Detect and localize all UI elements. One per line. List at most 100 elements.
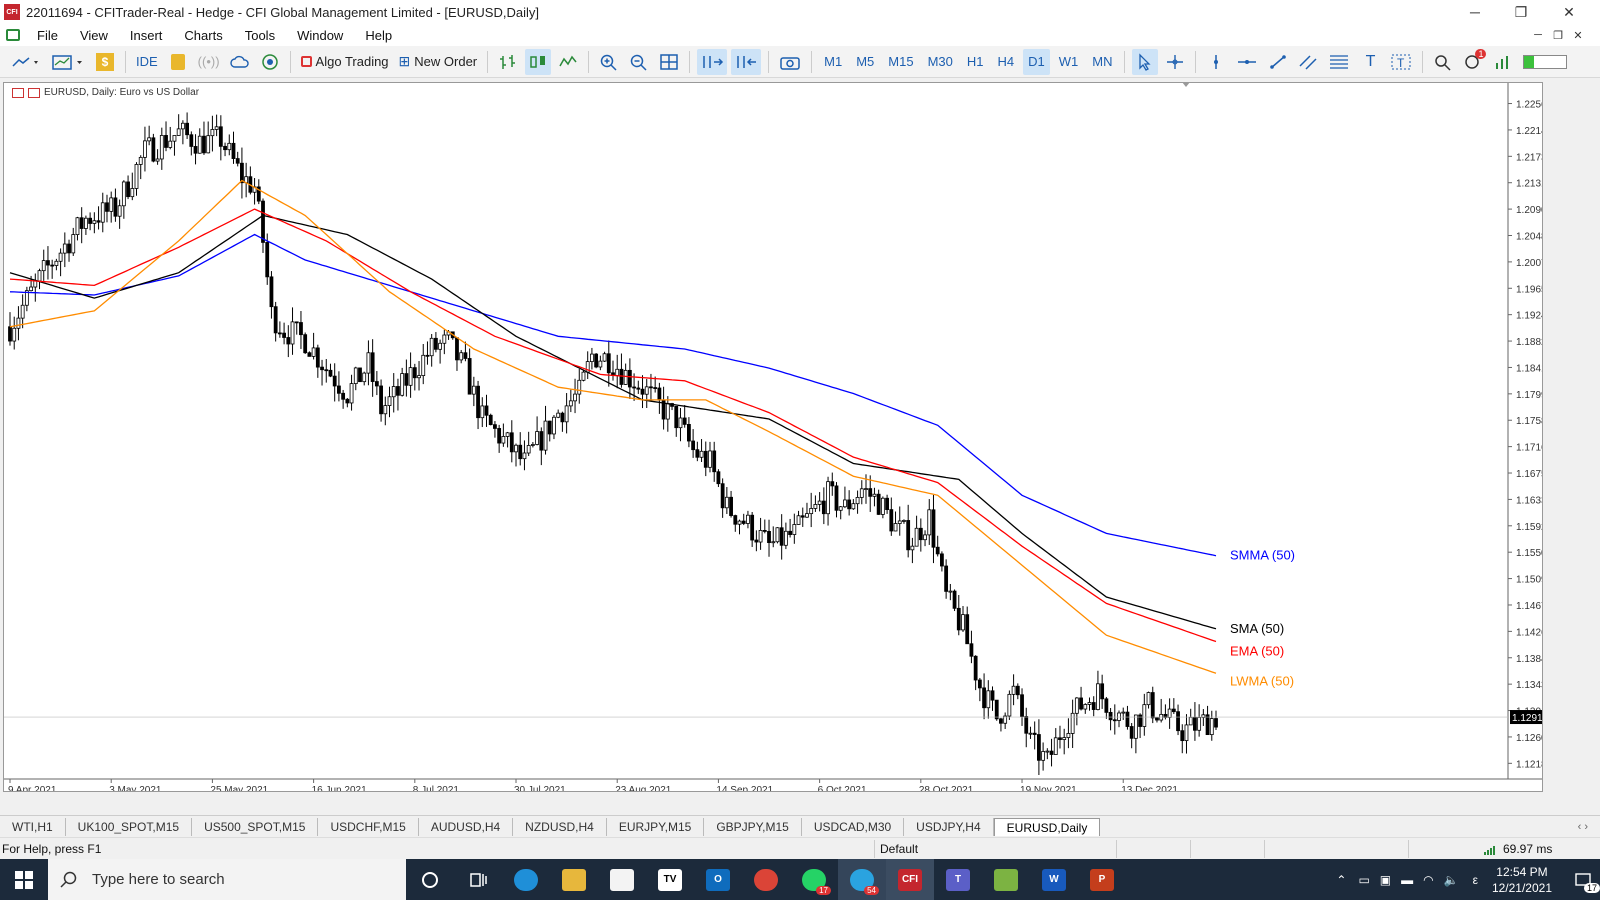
- volume-icon[interactable]: 🔈: [1444, 873, 1459, 887]
- chart-shift-icon[interactable]: [731, 48, 762, 75]
- crosshair-icon[interactable]: [1162, 49, 1188, 75]
- word-icon[interactable]: W: [1030, 859, 1078, 900]
- level2-icon[interactable]: [1490, 49, 1516, 75]
- task-view-icon[interactable]: [454, 859, 502, 900]
- menu-file[interactable]: File: [26, 28, 69, 43]
- taskbar-search-box[interactable]: Type here to search: [48, 859, 406, 900]
- dollar-icon[interactable]: $: [92, 49, 118, 75]
- chart-tab[interactable]: USDCHF,M15: [318, 817, 419, 836]
- clock[interactable]: 12:54 PM 12/21/2021: [1492, 864, 1552, 896]
- channel-icon[interactable]: [1295, 49, 1321, 75]
- autoscroll-icon[interactable]: [697, 48, 728, 75]
- screenshot-camera-icon[interactable]: [776, 49, 804, 75]
- line-chart-icon[interactable]: [555, 49, 581, 75]
- candle-body: [864, 488, 868, 490]
- chart-tab[interactable]: WTI,H1: [0, 817, 66, 836]
- zoom-in-icon[interactable]: [596, 49, 622, 75]
- tab-scroll-arrows[interactable]: ‹ ›: [1578, 821, 1588, 833]
- mdi-minimize-button[interactable]: ─: [1528, 24, 1548, 46]
- text-label-icon[interactable]: T: [1387, 49, 1415, 75]
- timeframe-d1[interactable]: D1: [1023, 48, 1050, 75]
- trendline-icon[interactable]: [1265, 49, 1291, 75]
- signal-icon[interactable]: ((•)): [195, 49, 223, 75]
- windows-start-button[interactable]: [0, 859, 48, 900]
- candle-body: [408, 367, 413, 386]
- price-chart[interactable]: 1.22560 1.22145 1.21730 1.21315 1.20900 1.204…: [4, 83, 1542, 791]
- menu-view[interactable]: View: [69, 28, 119, 43]
- candle-body: [1036, 734, 1041, 761]
- outlook-icon[interactable]: O: [694, 859, 742, 900]
- tray-app-icon[interactable]: ▣: [1380, 873, 1391, 887]
- zoom-out-icon[interactable]: [626, 49, 652, 75]
- line-chart-dropdown-icon[interactable]: [8, 49, 44, 75]
- minimize-button[interactable]: ─: [1452, 0, 1498, 24]
- chart-tab[interactable]: NZDUSD,H4: [513, 817, 607, 836]
- tray-app-icon[interactable]: ▭: [1358, 873, 1369, 887]
- chart-tab[interactable]: AUDUSD,H4: [419, 817, 514, 836]
- search-icon[interactable]: [1430, 49, 1456, 75]
- restore-button[interactable]: ❐: [1498, 0, 1544, 24]
- chart-tab[interactable]: EURUSD,Daily: [993, 817, 1101, 836]
- microsoft-store-icon[interactable]: [598, 859, 646, 900]
- menu-tools[interactable]: Tools: [234, 28, 286, 43]
- candlestick-chart-icon[interactable]: [525, 48, 552, 75]
- timeframe-w1[interactable]: W1: [1054, 49, 1084, 75]
- vps-globe-icon[interactable]: [257, 49, 283, 75]
- horizontal-line-icon[interactable]: [1233, 49, 1261, 75]
- close-button[interactable]: ✕: [1546, 0, 1592, 24]
- vertical-line-icon[interactable]: [1203, 49, 1229, 75]
- mdi-restore-button[interactable]: ❐: [1548, 24, 1568, 46]
- fibonacci-icon[interactable]: [1325, 49, 1353, 75]
- chevron-up-icon[interactable]: ⌃: [1336, 873, 1346, 887]
- tile-windows-icon[interactable]: [656, 49, 682, 75]
- ide-button[interactable]: IDE: [133, 49, 161, 75]
- mdi-close-button[interactable]: ✕: [1568, 24, 1588, 46]
- chart-tab[interactable]: UK100_SPOT,M15: [66, 817, 193, 836]
- chrome-icon[interactable]: [742, 859, 790, 900]
- chart-tab[interactable]: US500_SPOT,M15: [192, 817, 319, 836]
- candle-body: [484, 405, 489, 416]
- whatsapp-icon[interactable]: 17: [790, 859, 838, 900]
- indicators-dropdown-icon[interactable]: [48, 49, 88, 75]
- teams-icon[interactable]: T: [934, 859, 982, 900]
- timeframe-m15[interactable]: M15: [883, 49, 918, 75]
- cortana-icon[interactable]: [406, 859, 454, 900]
- notifications-icon[interactable]: 1: [1460, 48, 1487, 75]
- candle-body: [1108, 711, 1113, 721]
- chart-tab[interactable]: USDCAD,M30: [802, 817, 905, 836]
- cloud-icon[interactable]: [227, 49, 253, 75]
- timeframe-m1[interactable]: M1: [819, 49, 847, 75]
- menu-charts[interactable]: Charts: [173, 28, 233, 43]
- timeframe-m30[interactable]: M30: [923, 49, 958, 75]
- action-center-icon[interactable]: 17: [1566, 871, 1600, 893]
- battery-icon[interactable]: ▬: [1401, 873, 1413, 887]
- telegram-icon[interactable]: 54: [838, 859, 886, 900]
- powerpoint-icon[interactable]: P: [1078, 859, 1126, 900]
- menu-help[interactable]: Help: [354, 28, 403, 43]
- chart-tab[interactable]: EURJPY,M15: [607, 817, 705, 836]
- timeframe-m5[interactable]: M5: [851, 49, 879, 75]
- algo-trading-button[interactable]: Algo Trading: [298, 49, 392, 75]
- menu-app-icon[interactable]: [6, 29, 20, 41]
- bar-chart-icon[interactable]: [495, 49, 521, 75]
- wifi-icon[interactable]: ◠: [1423, 873, 1433, 887]
- market-bag-icon[interactable]: [165, 49, 191, 75]
- chart-tab[interactable]: USDJPY,H4: [904, 817, 994, 836]
- edge-browser-icon[interactable]: [502, 859, 550, 900]
- cursor-arrow-icon[interactable]: [1132, 48, 1159, 75]
- file-explorer-icon[interactable]: [550, 859, 598, 900]
- language-indicator[interactable]: ε: [1473, 873, 1478, 887]
- menu-insert[interactable]: Insert: [119, 28, 174, 43]
- chart-window[interactable]: EURUSD, Daily: Euro vs US Dollar 1.22560…: [3, 82, 1543, 792]
- candle-body: [1125, 711, 1130, 727]
- timeframe-h4[interactable]: H4: [992, 49, 1019, 75]
- new-order-button[interactable]: ⊞ New Order: [396, 49, 481, 75]
- text-tool-icon[interactable]: T: [1357, 49, 1383, 75]
- timeframe-mn[interactable]: MN: [1087, 49, 1117, 75]
- cfi-trader-icon[interactable]: CFI: [886, 859, 934, 900]
- metatrader-icon[interactable]: [982, 859, 1030, 900]
- tradingview-icon[interactable]: TV: [646, 859, 694, 900]
- chart-tab[interactable]: GBPJPY,M15: [704, 817, 802, 836]
- timeframe-h1[interactable]: H1: [962, 49, 989, 75]
- menu-window[interactable]: Window: [286, 28, 354, 43]
